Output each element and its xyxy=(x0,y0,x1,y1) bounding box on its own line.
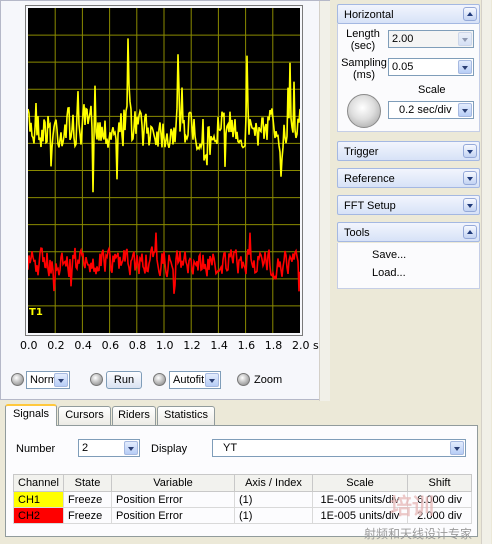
length-label: Length (sec) xyxy=(346,28,380,52)
autofit-value: Autofit xyxy=(173,374,205,386)
table-header-row: Channel State Variable Axis / Index Scal… xyxy=(13,474,472,492)
tab-riders[interactable]: Riders xyxy=(112,406,156,425)
number-label: Number xyxy=(16,443,56,455)
mode-dropdown[interactable]: Normal xyxy=(26,371,70,389)
scope-controls: Normal Run Autofit Zoom xyxy=(9,370,329,390)
channel-cell[interactable]: CH2 xyxy=(13,507,64,524)
x-tick-label: 0.6 xyxy=(101,339,120,352)
scope-plot xyxy=(28,8,300,333)
zoom-led-icon[interactable] xyxy=(237,373,250,386)
display-label: Display xyxy=(151,443,188,455)
reference-header[interactable]: Reference xyxy=(337,168,480,188)
scale-label: Scale xyxy=(418,84,446,96)
tab-strip: Signals Cursors Riders Statistics xyxy=(5,404,325,426)
column-header[interactable]: Axis / Index xyxy=(234,474,313,492)
tools-title: Tools xyxy=(344,227,370,239)
chevron-down-icon[interactable] xyxy=(54,373,68,387)
load-menu-item[interactable]: Load... xyxy=(372,267,406,279)
length-value: 2.00 xyxy=(392,33,414,45)
tools-body: Save... Load... xyxy=(337,243,480,289)
number-dropdown[interactable]: 2 xyxy=(78,439,140,457)
trigger-title: Trigger xyxy=(344,146,379,158)
horizontal-header[interactable]: Horizontal xyxy=(337,4,480,24)
horizontal-title: Horizontal xyxy=(344,9,394,21)
x-tick-label: 1.8 xyxy=(264,339,283,352)
column-header[interactable]: Channel xyxy=(13,474,64,492)
expand-icon[interactable] xyxy=(463,171,477,185)
scale-dropdown[interactable]: 0.2 sec/div xyxy=(388,101,474,119)
state-cell[interactable]: Freeze xyxy=(63,491,112,508)
variable-cell[interactable]: Position Error xyxy=(111,507,235,524)
chevron-down-icon[interactable] xyxy=(458,32,472,46)
watermark-logo: 培训 射频和天线设计专家 xyxy=(364,494,472,541)
tab-signals[interactable]: Signals xyxy=(5,404,57,426)
sampling-value: 0.05 xyxy=(392,61,414,73)
scale-value: 0.2 sec/div xyxy=(399,104,452,116)
column-header[interactable]: Variable xyxy=(111,474,235,492)
mode-led-icon xyxy=(11,373,24,386)
x-tick-label: 0.0 xyxy=(20,339,38,352)
autofit-dropdown[interactable]: Autofit xyxy=(169,371,221,389)
watermark-text: 射频和天线设计专家 xyxy=(364,526,472,541)
svg-text:培训: 培训 xyxy=(390,494,434,520)
number-value: 2 xyxy=(82,442,89,454)
run-button[interactable]: Run xyxy=(106,371,142,389)
fft-setup-title: FFT Setup xyxy=(344,200,396,212)
column-header[interactable]: Shift xyxy=(407,474,472,492)
panel-scrollbar[interactable] xyxy=(481,0,491,544)
sampling-dropdown[interactable]: 0.05 xyxy=(388,58,474,76)
column-header[interactable]: State xyxy=(63,474,112,492)
x-tick-label: 1.4 xyxy=(210,339,228,352)
display-dropdown[interactable]: YT xyxy=(212,439,466,457)
length-field[interactable]: 2.00 xyxy=(388,30,474,48)
chevron-down-icon[interactable] xyxy=(205,373,219,387)
horizontal-body: Length (sec) 2.00 Sampling (ms) 0.05 Sca… xyxy=(337,24,480,132)
fft-setup-header[interactable]: FFT Setup xyxy=(337,195,480,215)
axis-cell[interactable]: (1) xyxy=(234,491,313,508)
state-cell[interactable]: Freeze xyxy=(63,507,112,524)
column-header[interactable]: Scale xyxy=(312,474,408,492)
collapse-icon[interactable] xyxy=(463,7,477,21)
x-tick-label: 1.6 xyxy=(237,339,256,352)
trigger-marker[interactable]: T1 xyxy=(29,307,43,318)
autofit-led-icon xyxy=(153,373,166,386)
chevron-down-icon[interactable] xyxy=(124,441,138,455)
channel-cell[interactable]: CH1 xyxy=(13,491,64,508)
reference-title: Reference xyxy=(344,173,395,185)
scale-knob-icon[interactable] xyxy=(347,94,381,128)
tab-cursors[interactable]: Cursors xyxy=(58,406,111,425)
axis-cell[interactable]: (1) xyxy=(234,507,313,524)
x-tick-label: 0.4 xyxy=(74,339,92,352)
collapse-icon[interactable] xyxy=(463,225,477,239)
x-axis: 0.0 0.2 0.4 0.6 0.8 1.0 1.2 1.4 1.6 1.8 2.0 s xyxy=(1,339,331,353)
expand-icon[interactable] xyxy=(463,198,477,212)
trigger-header[interactable]: Trigger xyxy=(337,141,480,161)
oscilloscope-display[interactable] xyxy=(28,8,300,333)
chevron-down-icon[interactable] xyxy=(450,441,464,455)
chevron-down-icon[interactable] xyxy=(458,60,472,74)
x-tick-label: 1.0 xyxy=(156,339,174,352)
expand-icon[interactable] xyxy=(463,144,477,158)
chevron-down-icon[interactable] xyxy=(458,103,472,117)
zoom-label: Zoom xyxy=(254,374,283,386)
display-value: YT xyxy=(223,442,238,454)
x-tick-label: 0.2 xyxy=(47,339,65,352)
tab-statistics[interactable]: Statistics xyxy=(157,406,215,425)
scope-panel: T1 0.0 0.2 0.4 0.6 0.8 1.0 1.2 1.4 1.6 1.8 2.0 s N… xyxy=(0,0,331,401)
sampling-label: Sampling (ms) xyxy=(341,57,387,81)
run-led-icon xyxy=(90,373,103,386)
x-tick-label: 1.2 xyxy=(183,339,201,352)
save-menu-item[interactable]: Save... xyxy=(372,249,406,261)
x-tick-label: 0.8 xyxy=(128,339,147,352)
scope-scrollbar[interactable] xyxy=(319,1,330,401)
tools-header[interactable]: Tools xyxy=(337,222,480,242)
x-tick-label: 2.0 s xyxy=(292,339,319,352)
variable-cell[interactable]: Position Error xyxy=(111,491,235,508)
